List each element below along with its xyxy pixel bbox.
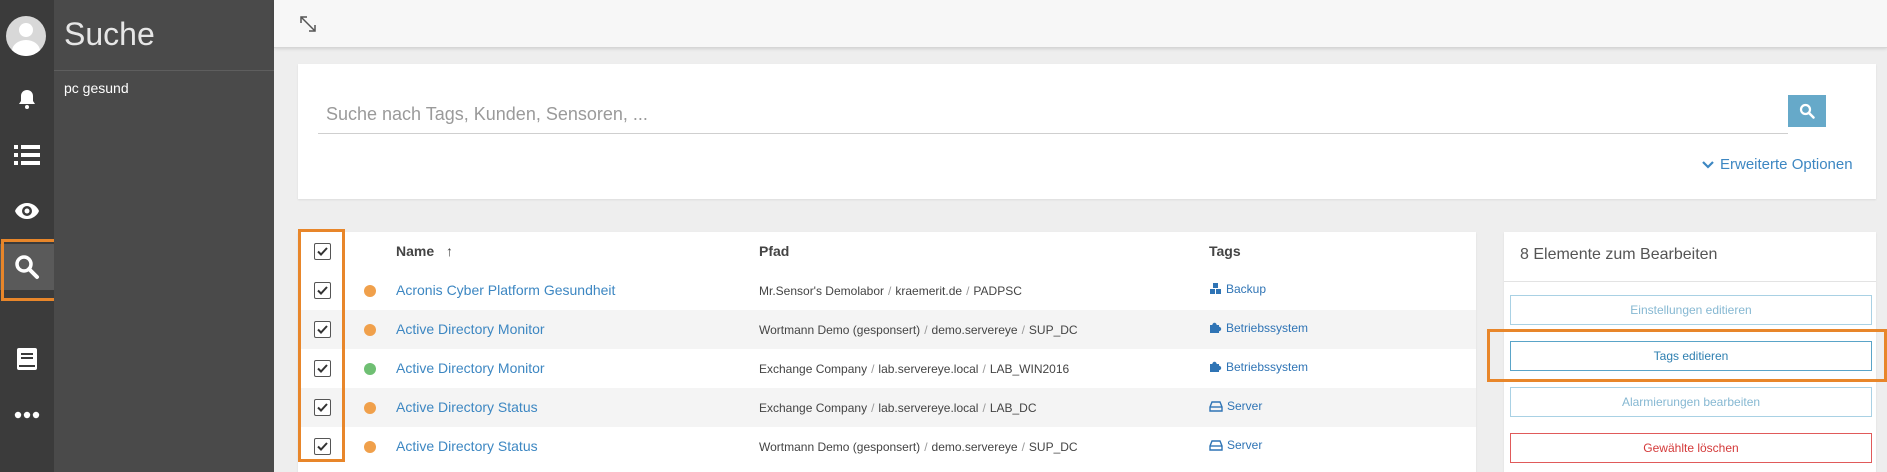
expand-icon[interactable] [298, 14, 318, 34]
results-table: Name ↑ Pfad Tags Acronis Cyber Platform … [298, 232, 1476, 472]
drive-icon [1209, 439, 1223, 451]
row-checkbox[interactable] [314, 282, 331, 299]
table-row[interactable]: Active Directory Monitor Wortmann Demo (… [298, 310, 1476, 349]
row-checkbox[interactable] [314, 399, 331, 416]
status-dot [364, 363, 376, 375]
eye-icon[interactable] [0, 188, 54, 234]
bulk-edit-divider [1504, 281, 1876, 282]
cubes-icon [1210, 283, 1221, 294]
table-row[interactable]: Active Directory Status Exchange Company… [298, 388, 1476, 427]
tag-link[interactable]: Betriebssystem [1209, 321, 1308, 335]
edit-settings-button[interactable]: Einstellungen editieren [1510, 295, 1872, 325]
bell-icon[interactable] [0, 76, 54, 122]
tag-link[interactable]: Betriebssystem [1209, 360, 1308, 374]
status-dot [364, 285, 376, 297]
search-icon [1799, 103, 1815, 119]
status-dot [364, 441, 376, 453]
user-avatar-icon[interactable] [6, 16, 46, 56]
sensor-path: Exchange Company / lab.servereye.local / LAB… [759, 401, 1037, 415]
bulk-edit-panel: 8 Elemente zum Bearbeiten Einstellungen … [1504, 232, 1876, 472]
table-row[interactable]: Active Directory Monitor Exchange Compan… [298, 349, 1476, 388]
tag-link[interactable]: Server [1209, 399, 1262, 413]
status-dot [364, 324, 376, 336]
sensor-name-link[interactable]: Active Directory Monitor [396, 321, 545, 337]
list-icon[interactable] [0, 132, 54, 178]
more-icon[interactable] [0, 392, 54, 438]
sensor-path: Wortmann Demo (gesponsert) / demo.serverey… [759, 440, 1078, 454]
search-card: Erweiterte Optionen [298, 64, 1876, 199]
sensor-name-link[interactable]: Active Directory Monitor [396, 360, 545, 376]
sensor-name-link[interactable]: Active Directory Status [396, 438, 538, 454]
table-row[interactable]: Active Directory Status Wortmann Demo (g… [298, 427, 1476, 466]
row-checkbox[interactable] [314, 360, 331, 377]
sensor-path: Mr.Sensor's Demolabor / kraemerit.de / PADPS… [759, 284, 1022, 298]
tag-link[interactable]: Server [1209, 438, 1262, 452]
search-input[interactable] [318, 96, 1788, 134]
advanced-options-label: Erweiterte Optionen [1720, 156, 1853, 173]
puzzle-icon [1210, 361, 1222, 372]
select-all-checkbox[interactable] [314, 243, 331, 260]
edit-tags-button[interactable]: Tags editieren [1510, 341, 1872, 371]
status-dot [364, 402, 376, 414]
sort-asc-icon: ↑ [446, 243, 454, 259]
name-column-header[interactable]: Name ↑ [396, 243, 453, 259]
sensor-path: Wortmann Demo (gesponsert) / demo.serverey… [759, 323, 1078, 337]
advanced-options-toggle[interactable]: Erweiterte Optionen [1702, 156, 1853, 173]
top-bar [274, 0, 1887, 48]
panel-divider [54, 70, 274, 71]
edit-alerts-button[interactable]: Alarmierungen bearbeiten [1510, 387, 1872, 417]
side-panel: Suche pc gesund [54, 0, 274, 472]
sensor-path: Exchange Company / lab.servereye.local / LAB… [759, 362, 1070, 376]
delete-selected-button[interactable]: Gewählte löschen [1510, 433, 1872, 463]
row-checkbox[interactable] [314, 438, 331, 455]
puzzle-icon [1210, 322, 1222, 333]
search-button[interactable] [1788, 95, 1826, 127]
book-icon[interactable] [0, 336, 54, 382]
tags-column-header[interactable]: Tags [1209, 243, 1241, 259]
tag-link[interactable]: Backup [1209, 282, 1266, 296]
chevron-down-icon [1702, 160, 1714, 169]
panel-title: Suche [64, 16, 155, 52]
table-row[interactable]: Acronis Cyber Platform Gesundheit Mr.Sen… [298, 271, 1476, 310]
icon-rail [0, 0, 54, 472]
sensor-name-link[interactable]: Acronis Cyber Platform Gesundheit [396, 282, 615, 298]
row-checkbox[interactable] [314, 321, 331, 338]
drive-icon [1209, 400, 1223, 412]
sensor-name-link[interactable]: Active Directory Status [396, 399, 538, 415]
path-column-header[interactable]: Pfad [759, 243, 789, 259]
saved-search-item[interactable]: pc gesund [64, 80, 129, 96]
bulk-edit-title: 8 Elemente zum Bearbeiten [1520, 246, 1718, 263]
search-highlight-box [1, 239, 62, 301]
table-header: Name ↑ Pfad Tags [298, 232, 1476, 270]
